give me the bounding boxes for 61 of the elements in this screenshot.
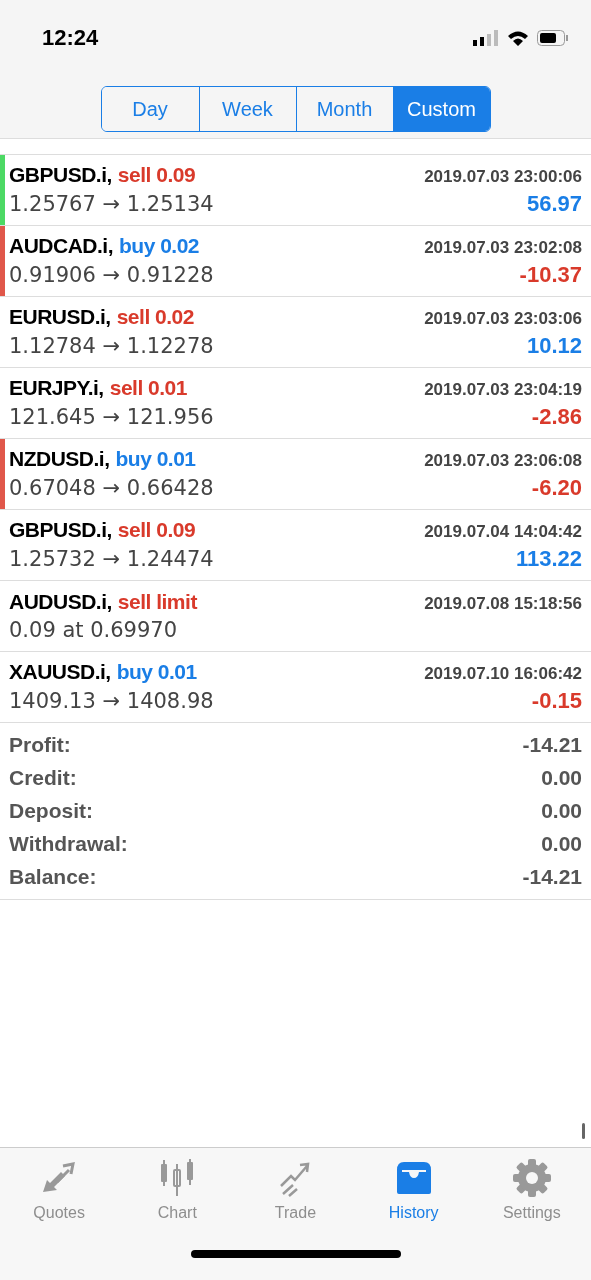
symbol-text: XAUUSD.i, <box>9 660 111 684</box>
order-type-text: sell 0.02 <box>116 305 194 329</box>
deal-time: 2019.07.03 23:03:06 <box>424 309 582 329</box>
symbol-text: NZDUSD.i, <box>9 447 110 471</box>
status-time: 12:24 <box>42 24 99 51</box>
summary-label: Withdrawal: <box>9 832 128 856</box>
price-text: 0.91906 → 0.91228 <box>9 263 214 287</box>
period-tab[interactable]: Custom <box>392 87 490 131</box>
order-type-text: buy 0.01 <box>115 447 196 471</box>
price-text: 0.67048 → 0.66428 <box>9 476 214 500</box>
summary-label: Balance: <box>9 865 97 889</box>
order-type-text: sell 0.09 <box>117 163 196 187</box>
profit-value: -2.86 <box>531 404 582 430</box>
symbol-text: AUDUSD.i, <box>9 590 112 614</box>
price-text: 121.645 → 121.956 <box>9 405 214 429</box>
scroll-indicator <box>582 1123 585 1139</box>
symbol-text: GBPUSD.i, <box>9 518 112 542</box>
order-type-text: buy 0.01 <box>116 660 197 684</box>
settings-icon <box>511 1158 552 1198</box>
deal-time: 2019.07.03 23:06:08 <box>424 451 582 471</box>
deal-time: 2019.07.04 14:04:42 <box>424 522 582 542</box>
battery-icon <box>537 29 569 46</box>
deal-time: 2019.07.03 23:00:06 <box>424 167 582 187</box>
symbol-text: EURJPY.i, <box>9 376 104 400</box>
deal-time: 2019.07.03 23:04:19 <box>424 380 582 400</box>
profit-value: 10.12 <box>526 333 582 359</box>
profit-value: -6.20 <box>531 475 582 501</box>
order-type-text: sell 0.09 <box>117 518 196 542</box>
signal-icon <box>473 29 499 46</box>
tab-bar-item[interactable]: Chart <box>122 1158 233 1222</box>
summary-label: Profit: <box>9 733 71 757</box>
symbol-text: AUDCAD.i, <box>9 234 113 258</box>
price-text: 1409.13 → 1408.98 <box>9 689 214 713</box>
order-type-text: buy 0.02 <box>119 234 200 258</box>
price-text: 1.25732 → 1.24474 <box>9 547 214 571</box>
summary-label: Deposit: <box>9 799 93 823</box>
deal-time: 2019.07.10 16:06:42 <box>424 664 582 684</box>
tab-bar-item[interactable]: Settings <box>476 1158 587 1222</box>
tab-bar-item[interactable]: Quotes <box>4 1158 115 1222</box>
tab-bar-item[interactable]: Trade <box>240 1158 351 1222</box>
order-type-text: sell limit <box>117 590 197 614</box>
wifi-icon <box>507 29 529 46</box>
profit-value: -10.37 <box>519 262 582 288</box>
summary-value: 0.00 <box>541 766 582 790</box>
price-text: 1.12784 → 1.12278 <box>9 334 214 358</box>
summary-value: 0.00 <box>541 799 582 823</box>
profit-value: -0.15 <box>531 688 582 714</box>
tab-bar-item[interactable]: History <box>358 1158 469 1222</box>
summary-value: -14.21 <box>522 865 582 889</box>
price-text: 0.09 at 0.69970 <box>9 618 178 642</box>
deal-time: 2019.07.08 15:18:56 <box>424 594 582 614</box>
order-type-text: sell 0.01 <box>109 376 187 400</box>
price-text: 1.25767 → 1.25134 <box>9 192 214 216</box>
profit-value: 113.22 <box>515 546 582 572</box>
summary-value: -14.21 <box>522 733 582 757</box>
profit-value: 56.97 <box>526 191 582 217</box>
symbol-text: EURUSD.i, <box>9 305 111 329</box>
summary-value: 0.00 <box>541 832 582 856</box>
summary-label: Credit: <box>9 766 77 790</box>
deal-time: 2019.07.03 23:02:08 <box>424 238 582 258</box>
symbol-text: GBPUSD.i, <box>9 163 112 187</box>
